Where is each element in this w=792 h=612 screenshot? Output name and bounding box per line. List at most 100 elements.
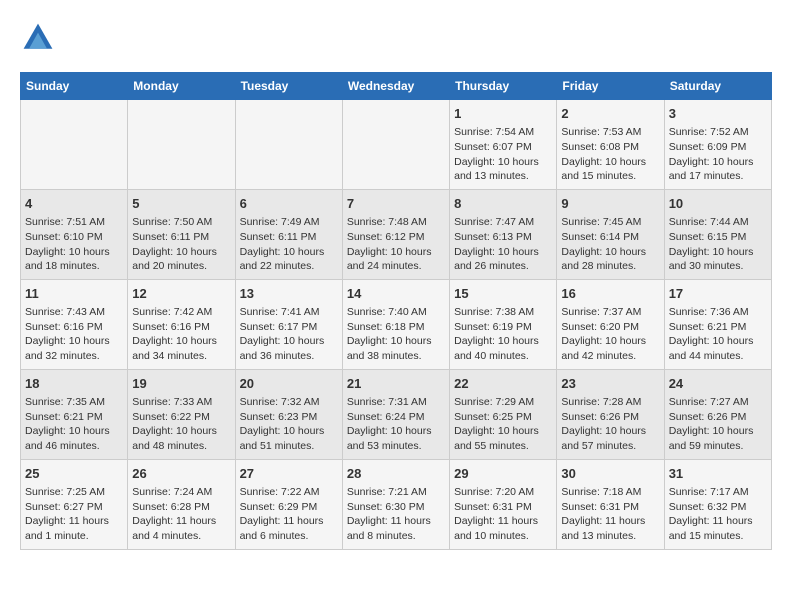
day-info: Sunrise: 7:40 AM Sunset: 6:18 PM Dayligh…: [347, 305, 445, 364]
calendar-cell: [342, 100, 449, 190]
calendar-cell: 23 Sunrise: 7:28 AM Sunset: 6:26 PM Dayli…: [557, 369, 664, 459]
calendar-cell: 26 Sunrise: 7:24 AM Sunset: 6:28 PM Dayli…: [128, 459, 235, 549]
day-info: Sunrise: 7:29 AM Sunset: 6:25 PM Dayligh…: [454, 395, 552, 454]
day-info: Sunrise: 7:52 AM Sunset: 6:09 PM Dayligh…: [669, 125, 767, 184]
calendar-cell: 10 Sunrise: 7:44 AM Sunset: 6:15 PM Dayli…: [664, 189, 771, 279]
day-info: Sunrise: 7:21 AM Sunset: 6:30 PM Dayligh…: [347, 485, 445, 544]
day-info: Sunrise: 7:22 AM Sunset: 6:29 PM Dayligh…: [240, 485, 338, 544]
calendar-cell: 15Sunrise: 7:38 AM Sunset: 6:19 PM Dayli…: [450, 279, 557, 369]
weekday-header-monday: Monday: [128, 73, 235, 100]
day-number: 24: [669, 375, 767, 393]
weekday-header-row: SundayMondayTuesdayWednesdayThursdayFrid…: [21, 73, 772, 100]
week-row-3: 11 Sunrise: 7:43 AM Sunset: 6:16 PM Dayli…: [21, 279, 772, 369]
calendar-cell: [128, 100, 235, 190]
calendar-cell: [21, 100, 128, 190]
day-info: Sunrise: 7:44 AM Sunset: 6:15 PM Dayligh…: [669, 215, 767, 274]
day-info: Sunrise: 7:43 AM Sunset: 6:16 PM Dayligh…: [25, 305, 123, 364]
weekday-header-thursday: Thursday: [450, 73, 557, 100]
day-info: Sunrise: 7:48 AM Sunset: 6:12 PM Dayligh…: [347, 215, 445, 274]
day-info: Sunrise: 7:41 AM Sunset: 6:17 PM Dayligh…: [240, 305, 338, 364]
day-number: 31: [669, 465, 767, 483]
day-info: Sunrise: 7:35 AM Sunset: 6:21 PM Dayligh…: [25, 395, 123, 454]
week-row-4: 18 Sunrise: 7:35 AM Sunset: 6:21 PM Dayli…: [21, 369, 772, 459]
calendar-cell: 21 Sunrise: 7:31 AM Sunset: 6:24 PM Dayli…: [342, 369, 449, 459]
calendar-cell: 6 Sunrise: 7:49 AM Sunset: 6:11 PM Daylig…: [235, 189, 342, 279]
calendar-cell: 9 Sunrise: 7:45 AM Sunset: 6:14 PM Daylig…: [557, 189, 664, 279]
calendar-cell: 30 Sunrise: 7:18 AM Sunset: 6:31 PM Dayli…: [557, 459, 664, 549]
calendar-table: SundayMondayTuesdayWednesdayThursdayFrid…: [20, 72, 772, 550]
day-number: 9: [561, 195, 659, 213]
weekday-header-wednesday: Wednesday: [342, 73, 449, 100]
day-number: 26: [132, 465, 230, 483]
weekday-header-sunday: Sunday: [21, 73, 128, 100]
day-info: Sunrise: 7:42 AM Sunset: 6:16 PM Dayligh…: [132, 305, 230, 364]
calendar-cell: 17 Sunrise: 7:36 AM Sunset: 6:21 PM Dayli…: [664, 279, 771, 369]
calendar-cell: 27 Sunrise: 7:22 AM Sunset: 6:29 PM Dayli…: [235, 459, 342, 549]
day-info: Sunrise: 7:50 AM Sunset: 6:11 PM Dayligh…: [132, 215, 230, 274]
calendar-cell: 11 Sunrise: 7:43 AM Sunset: 6:16 PM Dayli…: [21, 279, 128, 369]
day-number: 13: [240, 285, 338, 303]
day-number: 27: [240, 465, 338, 483]
week-row-5: 25Sunrise: 7:25 AM Sunset: 6:27 PM Dayli…: [21, 459, 772, 549]
day-number: 16: [561, 285, 659, 303]
day-number: 3: [669, 105, 767, 123]
day-info: Sunrise: 7:24 AM Sunset: 6:28 PM Dayligh…: [132, 485, 230, 544]
day-number: 22: [454, 375, 552, 393]
calendar-cell: 16Sunrise: 7:37 AM Sunset: 6:20 PM Dayli…: [557, 279, 664, 369]
calendar-cell: 5 Sunrise: 7:50 AM Sunset: 6:11 PM Daylig…: [128, 189, 235, 279]
calendar-cell: 2 Sunrise: 7:53 AM Sunset: 6:08 PM Daylig…: [557, 100, 664, 190]
calendar-cell: 20 Sunrise: 7:32 AM Sunset: 6:23 PM Dayli…: [235, 369, 342, 459]
day-info: Sunrise: 7:36 AM Sunset: 6:21 PM Dayligh…: [669, 305, 767, 364]
calendar-cell: 14 Sunrise: 7:40 AM Sunset: 6:18 PM Dayli…: [342, 279, 449, 369]
calendar-cell: 31 Sunrise: 7:17 AM Sunset: 6:32 PM Dayli…: [664, 459, 771, 549]
calendar-cell: 19Sunrise: 7:33 AM Sunset: 6:22 PM Dayli…: [128, 369, 235, 459]
day-number: 25: [25, 465, 123, 483]
day-info: Sunrise: 7:38 AM Sunset: 6:19 PM Dayligh…: [454, 305, 552, 364]
logo-icon: [20, 20, 56, 56]
weekday-header-saturday: Saturday: [664, 73, 771, 100]
day-number: 18: [25, 375, 123, 393]
day-number: 1: [454, 105, 552, 123]
calendar-cell: 18 Sunrise: 7:35 AM Sunset: 6:21 PM Dayli…: [21, 369, 128, 459]
day-number: 29: [454, 465, 552, 483]
day-number: 11: [25, 285, 123, 303]
calendar-cell: 3 Sunrise: 7:52 AM Sunset: 6:09 PM Daylig…: [664, 100, 771, 190]
calendar-cell: 13 Sunrise: 7:41 AM Sunset: 6:17 PM Dayli…: [235, 279, 342, 369]
calendar-cell: 29Sunrise: 7:20 AM Sunset: 6:31 PM Dayli…: [450, 459, 557, 549]
day-info: Sunrise: 7:54 AM Sunset: 6:07 PM Dayligh…: [454, 125, 552, 184]
day-info: Sunrise: 7:18 AM Sunset: 6:31 PM Dayligh…: [561, 485, 659, 544]
day-number: 21: [347, 375, 445, 393]
day-info: Sunrise: 7:32 AM Sunset: 6:23 PM Dayligh…: [240, 395, 338, 454]
day-number: 20: [240, 375, 338, 393]
day-info: Sunrise: 7:53 AM Sunset: 6:08 PM Dayligh…: [561, 125, 659, 184]
calendar-cell: 24 Sunrise: 7:27 AM Sunset: 6:26 PM Dayli…: [664, 369, 771, 459]
calendar-cell: 4Sunrise: 7:51 AM Sunset: 6:10 PM Daylig…: [21, 189, 128, 279]
week-row-1: 1 Sunrise: 7:54 AM Sunset: 6:07 PM Daylig…: [21, 100, 772, 190]
weekday-header-friday: Friday: [557, 73, 664, 100]
calendar-cell: 22 Sunrise: 7:29 AM Sunset: 6:25 PM Dayli…: [450, 369, 557, 459]
calendar-cell: 1 Sunrise: 7:54 AM Sunset: 6:07 PM Daylig…: [450, 100, 557, 190]
day-info: Sunrise: 7:45 AM Sunset: 6:14 PM Dayligh…: [561, 215, 659, 274]
day-number: 2: [561, 105, 659, 123]
day-info: Sunrise: 7:49 AM Sunset: 6:11 PM Dayligh…: [240, 215, 338, 274]
day-number: 23: [561, 375, 659, 393]
week-row-2: 4Sunrise: 7:51 AM Sunset: 6:10 PM Daylig…: [21, 189, 772, 279]
day-number: 30: [561, 465, 659, 483]
day-info: Sunrise: 7:27 AM Sunset: 6:26 PM Dayligh…: [669, 395, 767, 454]
calendar-cell: 7 Sunrise: 7:48 AM Sunset: 6:12 PM Daylig…: [342, 189, 449, 279]
day-number: 14: [347, 285, 445, 303]
calendar-cell: 25Sunrise: 7:25 AM Sunset: 6:27 PM Dayli…: [21, 459, 128, 549]
day-number: 5: [132, 195, 230, 213]
day-number: 10: [669, 195, 767, 213]
day-number: 17: [669, 285, 767, 303]
calendar-cell: [235, 100, 342, 190]
day-number: 6: [240, 195, 338, 213]
day-info: Sunrise: 7:31 AM Sunset: 6:24 PM Dayligh…: [347, 395, 445, 454]
day-number: 19: [132, 375, 230, 393]
calendar-cell: 28Sunrise: 7:21 AM Sunset: 6:30 PM Dayli…: [342, 459, 449, 549]
day-number: 7: [347, 195, 445, 213]
day-info: Sunrise: 7:17 AM Sunset: 6:32 PM Dayligh…: [669, 485, 767, 544]
day-info: Sunrise: 7:47 AM Sunset: 6:13 PM Dayligh…: [454, 215, 552, 274]
day-number: 8: [454, 195, 552, 213]
day-info: Sunrise: 7:28 AM Sunset: 6:26 PM Dayligh…: [561, 395, 659, 454]
